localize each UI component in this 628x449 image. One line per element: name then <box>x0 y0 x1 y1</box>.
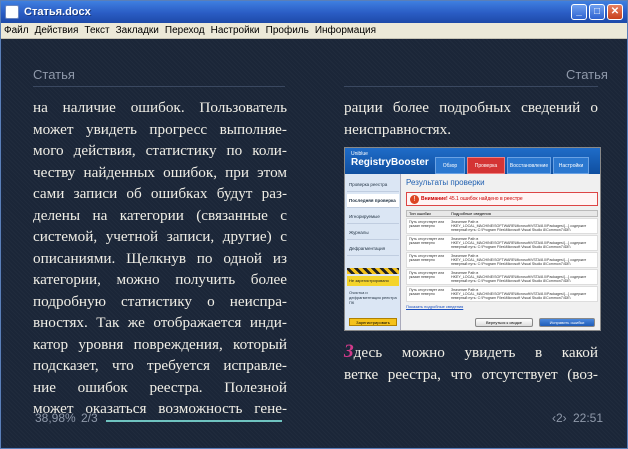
table-row: Путь отсутствует или указан неверно Значе… <box>406 235 598 251</box>
left-page-text: на наличие ошибок. Пользователь может ув… <box>33 97 287 420</box>
text-line: на наличие ошибок. Пользователь <box>33 99 287 116</box>
text-line: ние ошибок реестра. Полезной <box>33 378 287 396</box>
right-page-text-top: рации более подробных сведений о неиспра… <box>344 97 598 140</box>
column-details: Подробные сведения <box>451 211 491 216</box>
menu-text[interactable]: Текст <box>84 25 109 36</box>
text-line: вностях. Так же отображается инди- <box>33 314 287 331</box>
row-details: Значение Path в HKEY_LOCAL_MACHINE\SOFTW… <box>451 254 587 267</box>
left-page-header: Статья <box>33 67 75 82</box>
left-header-divider <box>33 86 285 87</box>
table-row: Путь отсутствует или указан неверно Значе… <box>406 286 598 302</box>
text-line: подробную статистику о неиспра- <box>33 292 287 310</box>
page-nav[interactable]: ‹2› <box>552 411 567 425</box>
row-type: Путь отсутствует или указан неверно <box>409 271 445 280</box>
sidebar-item: Журналы <box>347 226 399 240</box>
text-line: может увидеть прогресс выполняе- <box>33 120 287 138</box>
details-link: Показать подробные сведения <box>406 304 464 309</box>
row-details: Значение Path в HKEY_LOCAL_MACHINE\SOFTW… <box>451 288 587 301</box>
minimize-button[interactable]: _ <box>571 4 587 20</box>
tab-restore: Восстановление <box>507 157 551 174</box>
menu-bookmarks[interactable]: Закладки <box>116 25 159 36</box>
results-title: Результаты проверки <box>406 178 485 187</box>
table-row: Путь отсутствует или указан неверно Значе… <box>406 269 598 285</box>
clock: 22:51 <box>573 411 604 425</box>
menu-bar: Файл Действия Текст Закладки Переход Нас… <box>1 23 627 39</box>
brand-logo: RegistryBooster <box>351 157 429 168</box>
fix-errors-button: Исправить ошибки <box>539 318 595 327</box>
table-row: Путь отсутствует или указан неверно Значе… <box>406 252 598 268</box>
alert-text: 45.1 ошибок найдено в реестре <box>449 196 523 202</box>
sidebar-item: Последняя проверка <box>347 194 399 208</box>
text-line-rest: десь можно увидеть в какой <box>353 344 598 361</box>
title-bar[interactable]: Статья.docx _ □ ✕ <box>1 1 627 23</box>
page-counter: 2/3 <box>81 411 98 425</box>
right-page-text-bottom: Здесь можно увидеть в какой ветке реестр… <box>344 341 598 385</box>
menu-file[interactable]: Файл <box>4 25 29 36</box>
row-details: Значение Path в HKEY_LOCAL_MACHINE\SOFTW… <box>451 220 587 233</box>
text-line: подсказет, что требуется исправле- <box>33 357 287 374</box>
read-percent: 38,98% <box>35 411 76 425</box>
row-type: Путь отсутствует или указан неверно <box>409 237 445 246</box>
alert-label: Внимание! <box>421 196 448 202</box>
menu-profile[interactable]: Профиль <box>266 25 309 36</box>
row-type: Путь отсутствует или указан неверно <box>409 220 445 229</box>
error-icon: ! <box>410 195 419 204</box>
row-details: Значение Path в HKEY_LOCAL_MACHINE\SOFTW… <box>451 237 587 250</box>
error-alert: ! Внимание! 45.1 ошибок найдено в реестр… <box>406 192 598 206</box>
tab-settings: Настройки <box>553 157 589 174</box>
right-page-header: Статья <box>566 67 608 82</box>
text-line: неисправностях. <box>344 120 452 138</box>
unregistered-label: Не зарегистрировано <box>347 276 399 286</box>
tab-overview: Обзор <box>435 157 465 174</box>
sidebar-item: Проверка реестра <box>347 178 399 192</box>
sidebar-promo-text: Очистка и дефрагментация реестра ПК <box>349 290 397 305</box>
text-line: системой, учетной записи, другие) с <box>33 228 287 245</box>
results-table-header: Тип ошибки Подробные сведения <box>406 210 598 217</box>
app-sidebar: Проверка реестра Последняя проверка Игно… <box>345 174 401 330</box>
menu-actions[interactable]: Действия <box>35 25 79 36</box>
reader-view[interactable]: Статья Статья на наличие ошибок. Пользов… <box>3 39 625 447</box>
back-to-summary-button: Вернуться к сводке <box>475 318 533 327</box>
menu-info[interactable]: Информация <box>315 25 376 36</box>
text-line: мого действия, статистику по коли- <box>33 142 287 159</box>
close-button[interactable]: ✕ <box>607 4 623 20</box>
text-line: Здесь можно увидеть в какой <box>344 341 598 364</box>
row-type: Путь отсутствует или указан неверно <box>409 288 445 297</box>
text-line: категории, можно получить более <box>33 271 287 288</box>
column-error-type: Тип ошибки <box>409 211 431 216</box>
row-details: Значение Path в HKEY_LOCAL_MACHINE\SOFTW… <box>451 271 587 284</box>
warning-stripe <box>347 268 399 274</box>
reading-progress-bar[interactable] <box>106 420 282 422</box>
sidebar-item: Игнорируемые <box>347 210 399 224</box>
menu-settings[interactable]: Настройки <box>211 25 260 36</box>
maximize-button[interactable]: □ <box>589 4 605 20</box>
drop-cap: З <box>344 341 354 362</box>
row-type: Путь отсутствует или указан неверно <box>409 254 445 263</box>
window-title: Статья.docx <box>24 6 91 18</box>
embedded-screenshot: Uniblue RegistryBooster Обзор Проверка В… <box>344 147 601 331</box>
right-header-divider <box>344 86 598 87</box>
menu-navigate[interactable]: Переход <box>165 25 205 36</box>
register-button: Зарегистрировать <box>349 318 397 326</box>
document-icon <box>5 5 19 19</box>
table-row: Путь отсутствует или указан неверно Значе… <box>406 218 598 234</box>
text-line: сами записи об ошибках будут раз- <box>33 185 287 202</box>
text-line: описаниями. Щелкнув по одной из <box>33 249 287 267</box>
sidebar-item: Дефрагментация <box>347 242 399 256</box>
tab-scan: Проверка <box>467 157 505 174</box>
text-line: честву найденных ошибок, при этом <box>33 163 287 181</box>
text-line: катор уровня повреждения, который <box>33 335 287 353</box>
text-line: делены на категории (связанные с <box>33 206 287 224</box>
application-window: Статья.docx _ □ ✕ Файл Действия Текст За… <box>0 0 628 449</box>
text-line: рации более подробных сведений о <box>344 99 598 116</box>
text-line: ветке реестра, что отсутствует (воз- <box>344 365 598 383</box>
